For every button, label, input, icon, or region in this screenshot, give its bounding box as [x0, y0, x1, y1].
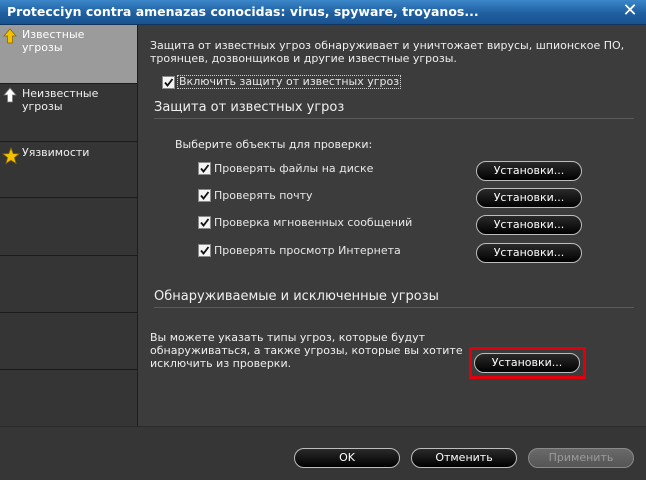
threats-description: Вы можете указать типы угроз, которые бу…	[150, 331, 463, 370]
option-scan-mail[interactable]: Проверять почту	[198, 188, 313, 206]
sidebar-divider	[0, 369, 137, 370]
scan-web-checkbox[interactable]	[198, 243, 211, 257]
footer: OK Отменить Применить	[0, 426, 646, 480]
scan-im-label[interactable]: Проверка мгновенных сообщений	[214, 216, 412, 229]
section-detected-excluded: Обнаруживаемые и исключенные угрозы	[154, 289, 634, 308]
main-panel: Защита от известных угроз обнаруживает и…	[138, 25, 646, 426]
arrow-up-icon	[2, 28, 18, 44]
section-known-threats: Защита от известных угроз	[154, 100, 634, 119]
enable-protection-label[interactable]: Включить защиту от известных угроз	[177, 75, 402, 89]
section-divider	[154, 307, 634, 308]
scan-mail-settings-button[interactable]: Установки...	[476, 188, 582, 208]
sidebar-item-known-threats[interactable]: Известные угрозы	[0, 25, 137, 84]
sidebar-divider	[0, 255, 137, 256]
scan-files-label[interactable]: Проверять файлы на диске	[214, 162, 373, 175]
close-icon[interactable]: ✕	[622, 2, 638, 20]
option-scan-files[interactable]: Проверять файлы на диске	[198, 161, 373, 179]
description-text: Защита от известных угроз обнаруживает и…	[150, 39, 625, 65]
option-scan-im[interactable]: Проверка мгновенных сообщений	[198, 215, 412, 233]
sidebar-divider	[0, 312, 137, 313]
window-title: Protecciyn contra amenazas conocidas: vi…	[7, 4, 479, 19]
apply-button: Применить	[528, 448, 634, 468]
threats-settings-button[interactable]: Установки...	[474, 353, 580, 373]
cancel-button[interactable]: Отменить	[411, 448, 517, 468]
title-bar: Protecciyn contra amenazas conocidas: vi…	[0, 0, 646, 25]
scan-web-label[interactable]: Проверять просмотр Интернета	[214, 244, 401, 257]
ok-button[interactable]: OK	[294, 448, 400, 468]
scan-web-settings-button[interactable]: Установки...	[476, 243, 582, 263]
sidebar-item-label: Известные угрозы	[22, 28, 85, 54]
enable-protection-row[interactable]: Включить защиту от известных угроз	[162, 75, 402, 89]
sidebar-item-label: Неизвестные угрозы	[22, 87, 99, 113]
scan-mail-checkbox[interactable]	[198, 188, 211, 202]
section-divider	[154, 118, 634, 119]
choose-objects-label: Выберите объекты для проверки:	[175, 138, 373, 151]
arrow-up-icon	[2, 87, 18, 103]
sidebar-item-label: Уязвимости	[22, 146, 90, 159]
option-scan-web[interactable]: Проверять просмотр Интернета	[198, 243, 401, 261]
scan-mail-label[interactable]: Проверять почту	[214, 189, 313, 202]
scan-im-checkbox[interactable]	[198, 215, 211, 229]
enable-protection-checkbox[interactable]	[162, 75, 175, 89]
sidebar-item-vulnerabilities[interactable]: Уязвимости	[0, 142, 137, 198]
sidebar-item-unknown-threats[interactable]: Неизвестные угрозы	[0, 84, 137, 142]
scan-files-settings-button[interactable]: Установки...	[476, 161, 582, 181]
section-title: Обнаруживаемые и исключенные угрозы	[154, 289, 439, 304]
sidebar: Известные угрозы Неизвестные угрозы Уязв…	[0, 25, 138, 426]
star-icon	[1, 146, 21, 165]
scan-im-settings-button[interactable]: Установки...	[476, 215, 582, 235]
section-title: Защита от известных угроз	[154, 100, 345, 115]
scan-files-checkbox[interactable]	[198, 161, 211, 175]
